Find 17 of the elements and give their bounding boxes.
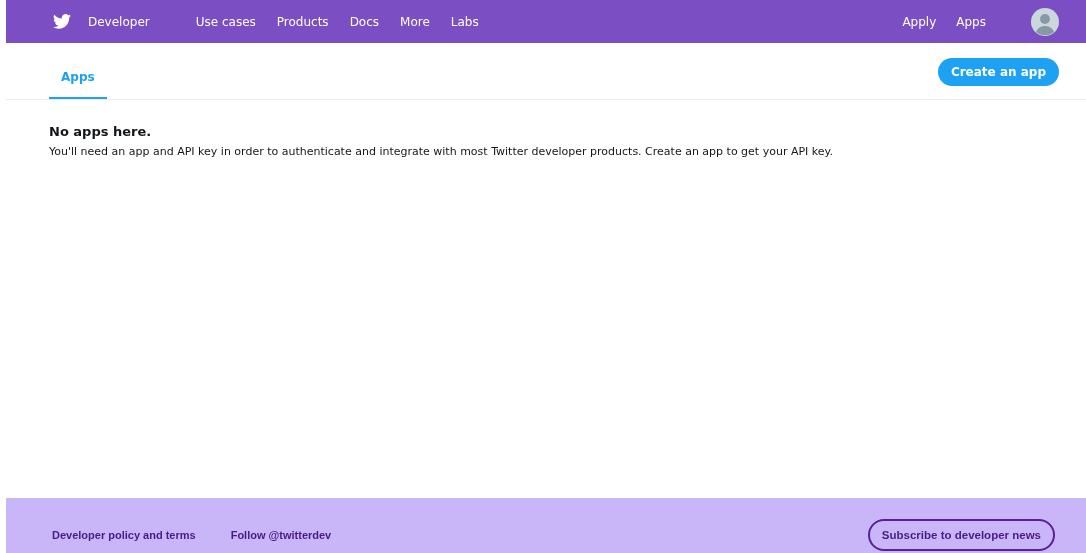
nav-link[interactable]: Labs xyxy=(450,14,479,29)
create-app-button[interactable]: Create an app xyxy=(937,58,1059,86)
bird-icon[interactable] xyxy=(53,14,71,29)
empty-title: No apps here. xyxy=(49,124,153,139)
tab[interactable]: Apps xyxy=(49,57,107,99)
subscribe-button[interactable]: Subscribe to developer news xyxy=(867,518,1055,551)
nav-link[interactable]: Apply xyxy=(902,14,937,29)
nav-link[interactable]: More xyxy=(400,14,430,29)
footer-link[interactable]: Follow @twitterdev xyxy=(230,528,332,541)
nav-link[interactable]: Products xyxy=(276,14,329,29)
empty-message: You'll need an app and API key in order to authenticate and integrate with most Twitter developer products. Create an app to get your API key. xyxy=(49,145,834,158)
avatar-icon[interactable] xyxy=(1031,7,1059,36)
brand-link[interactable]: Developer xyxy=(88,14,150,29)
footer-link[interactable]: Developer policy and terms xyxy=(52,528,196,541)
nav-link[interactable]: Docs xyxy=(349,14,380,29)
nav-link[interactable]: Use cases xyxy=(195,14,256,29)
nav-link[interactable]: Apps xyxy=(956,14,986,29)
